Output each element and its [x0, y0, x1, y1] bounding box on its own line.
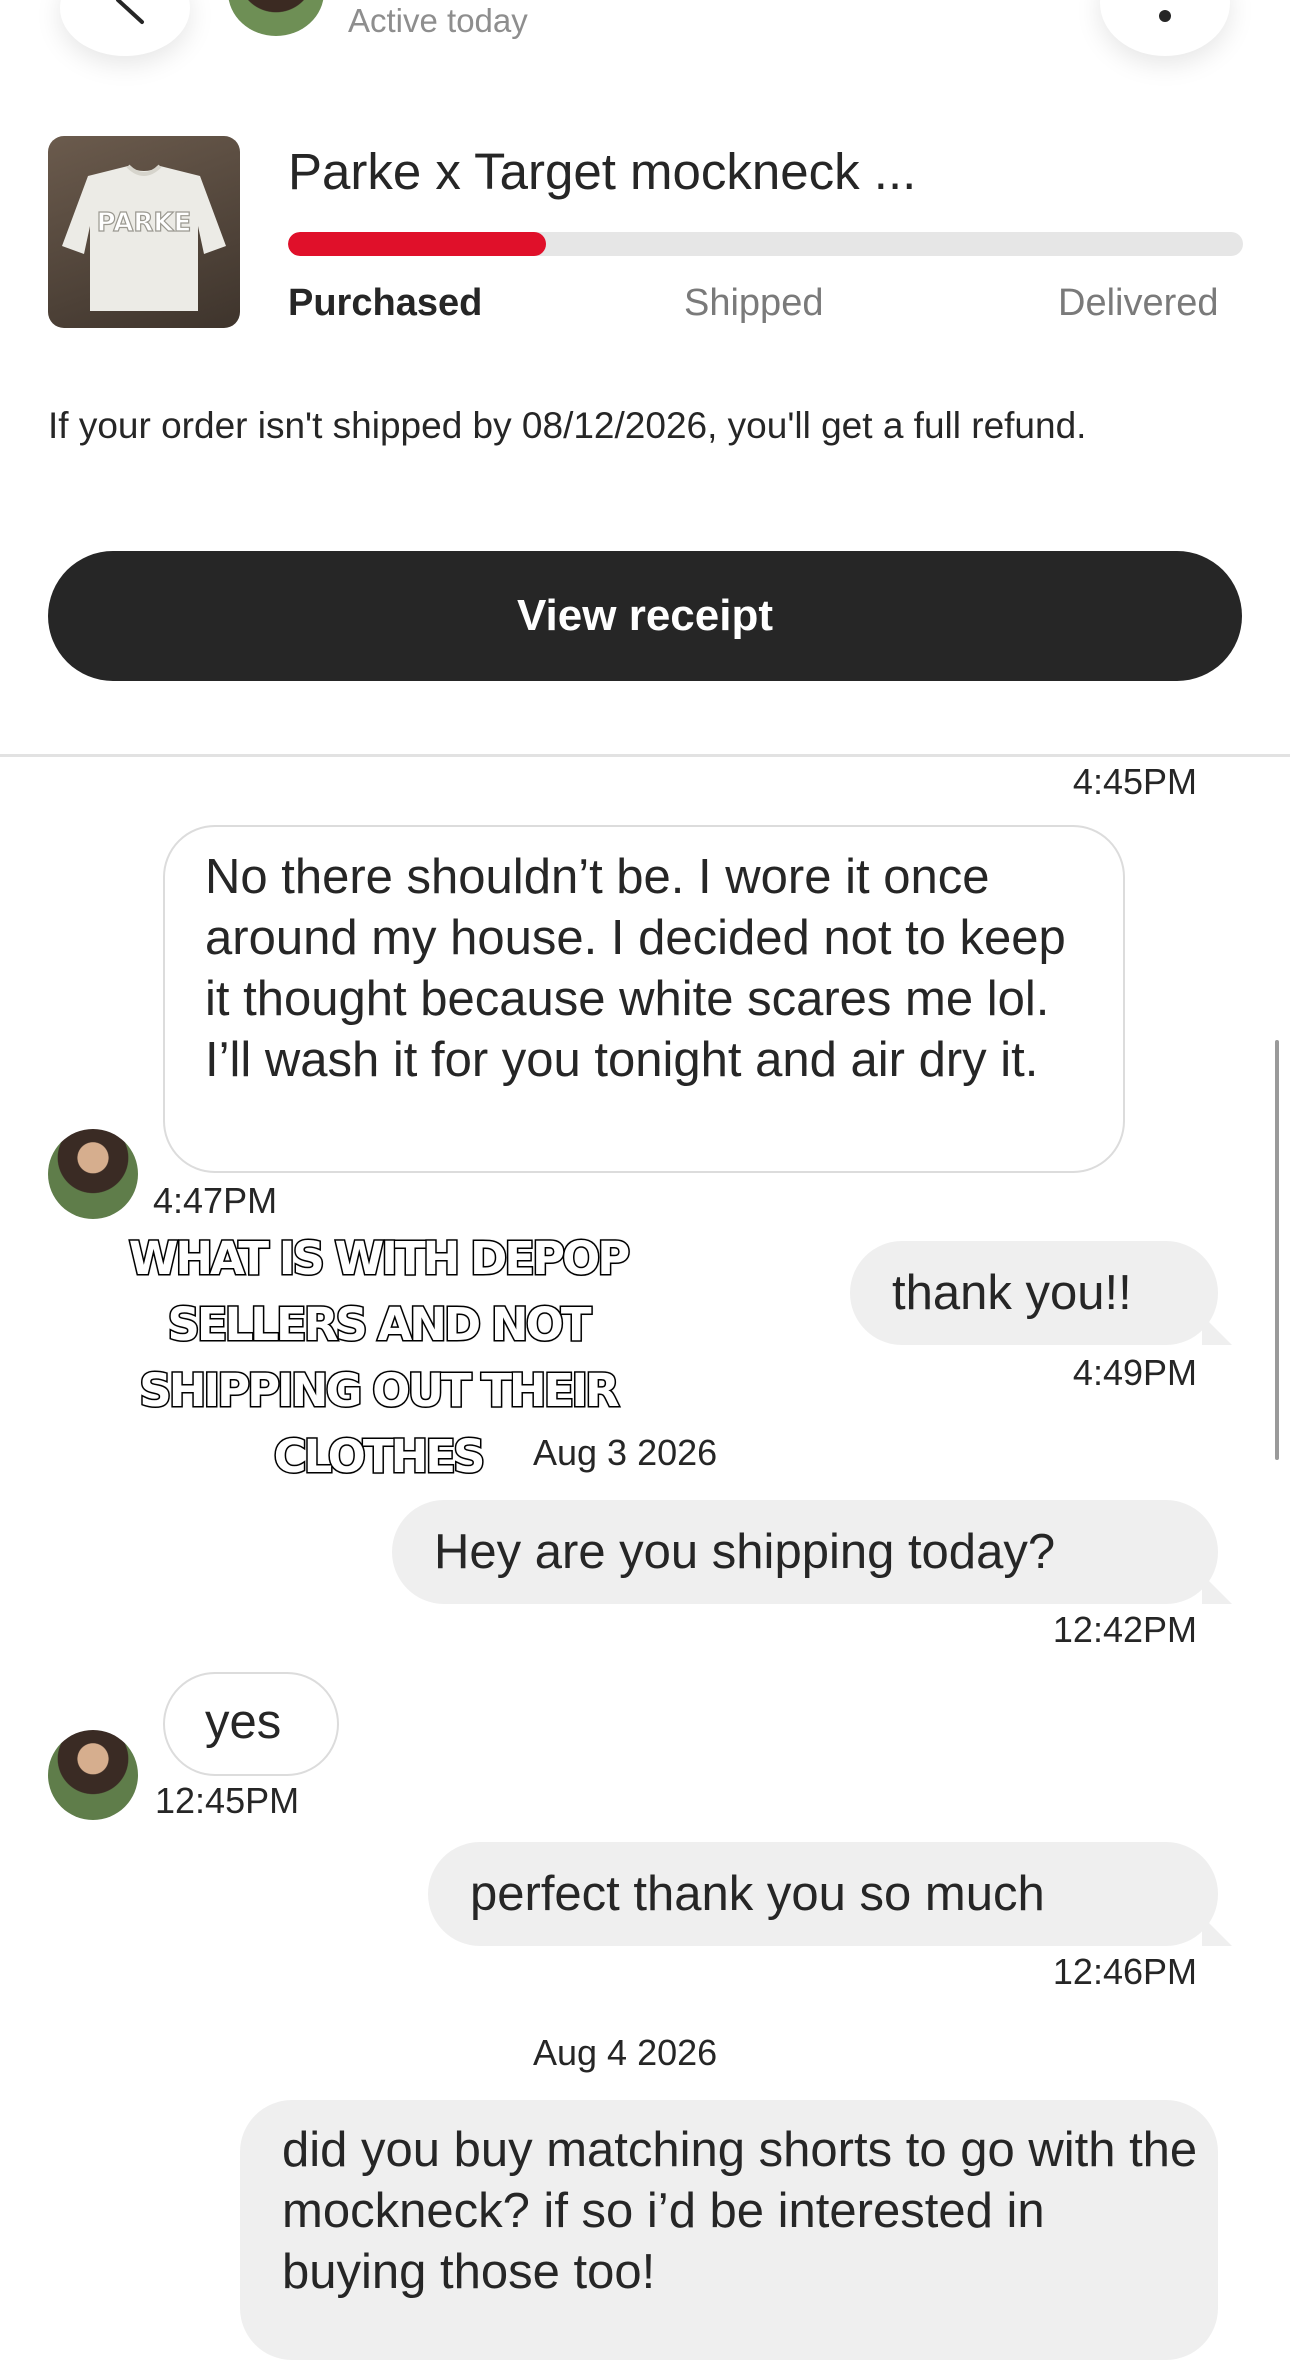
message-text: perfect thank you so much: [470, 1867, 1045, 1921]
message-text: No there shouldn’t be. I wore it once ar…: [205, 850, 1066, 1087]
thumbnail-print: PARKE: [97, 208, 192, 238]
received-message[interactable]: No there shouldn’t be. I wore it once ar…: [163, 825, 1125, 1173]
back-arrow-icon: [116, 0, 144, 24]
stage-delivered: Delivered: [1058, 282, 1219, 324]
bubble-tail: [1202, 1916, 1232, 1946]
date-separator: Aug 4 2026: [533, 2032, 718, 2073]
message-timestamp: 4:45PM: [1072, 761, 1197, 802]
stage-purchased: Purchased: [288, 282, 483, 324]
scrollbar[interactable]: [1275, 1040, 1279, 1460]
sender-avatar[interactable]: [48, 1730, 138, 1820]
overlay-caption: WHAT IS WITH DEPOP SELLERS AND NOT SHIPP…: [127, 1231, 632, 1485]
view-receipt-button[interactable]: View receipt: [48, 551, 1242, 681]
message-text: yes: [205, 1695, 282, 1749]
product-title[interactable]: Parke x Target mockneck ...: [288, 142, 916, 201]
stage-shipped: Shipped: [684, 282, 824, 324]
sent-message[interactable]: perfect thank you so much: [428, 1842, 1232, 1946]
sent-message[interactable]: Hey are you shipping today?: [392, 1500, 1232, 1604]
chat-header: Active today: [0, 0, 1290, 60]
bubble-tail: [1202, 1315, 1232, 1345]
message-text: did you buy matching shorts to go with t…: [282, 2123, 1198, 2299]
shipping-progress-fill: [288, 232, 546, 256]
refund-notice: If your order isn't shipped by 08/12/202…: [48, 405, 1087, 446]
section-divider: [0, 754, 1290, 757]
message-timestamp: 12:42PM: [1052, 1609, 1197, 1650]
more-icon: [1159, 10, 1171, 22]
message-text: thank you!!: [892, 1266, 1132, 1320]
active-status: Active today: [348, 2, 528, 39]
sweatshirt-image: PARKE: [62, 164, 226, 311]
message-timestamp: 12:45PM: [155, 1780, 300, 1821]
sent-message[interactable]: did you buy matching shorts to go with t…: [240, 2100, 1218, 2360]
message-timestamp: 12:46PM: [1052, 1951, 1197, 1992]
message-timestamp: 4:47PM: [153, 1180, 278, 1221]
seller-avatar[interactable]: [228, 0, 324, 36]
received-message[interactable]: yes: [163, 1672, 339, 1776]
back-button[interactable]: [60, 0, 190, 56]
more-options-button[interactable]: [1100, 0, 1230, 56]
shipping-progress-bar: [288, 232, 1243, 256]
product-thumbnail[interactable]: PARKE: [48, 136, 240, 328]
bubble-tail: [1202, 1574, 1232, 1604]
sender-avatar[interactable]: [48, 1129, 138, 1219]
sent-message[interactable]: thank you!!: [850, 1241, 1232, 1345]
message-text: Hey are you shipping today?: [434, 1525, 1056, 1579]
message-timestamp: 4:49PM: [1072, 1352, 1197, 1393]
